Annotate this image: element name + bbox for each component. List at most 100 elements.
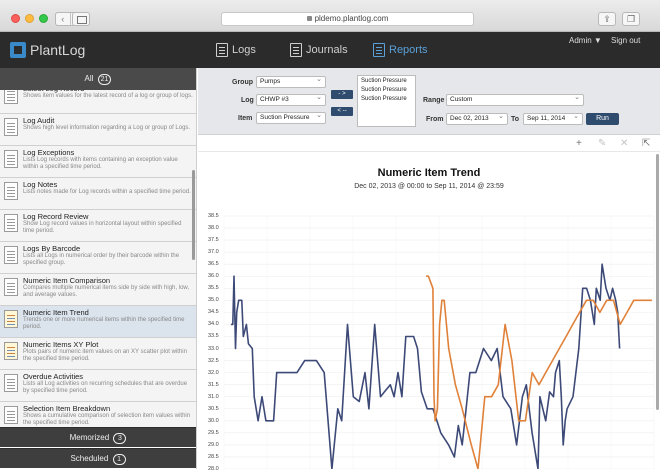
range-select[interactable]: Custom (446, 93, 584, 106)
report-list: Latest Log RecordShows item values for t… (0, 90, 196, 427)
scheduled-label: Scheduled (70, 454, 109, 463)
report-title: Selection Item Breakdown (23, 404, 111, 413)
admin-menu[interactable]: Admin ▼ (569, 36, 602, 45)
selected-item[interactable]: Suction Pressure (361, 95, 412, 104)
document-icon (4, 118, 18, 136)
report-title: Log Audit (23, 116, 55, 125)
memorized-section[interactable]: Memorized 3 (0, 427, 196, 447)
sidebar-toggle-icon[interactable] (72, 12, 90, 26)
report-list-item[interactable]: Numeric Item Trend Trends one or more num… (0, 306, 196, 338)
report-description: Trends one or more numerical items withi… (23, 317, 185, 330)
journals-icon (290, 43, 302, 57)
report-title: Log Exceptions (23, 148, 75, 157)
report-title: Log Record Review (23, 212, 89, 221)
report-list-item[interactable]: Overdue Activities Lists all Log activiti… (0, 370, 196, 402)
report-description: Compares multiple numerical items side b… (23, 285, 190, 298)
report-description: Shows item values for the latest record … (23, 93, 193, 99)
report-parameters-form: Group Pumps Log CHWP #3 Item Suction Pre… (198, 68, 660, 135)
main-scrollbar[interactable] (656, 154, 659, 410)
report-title: Numeric Items XY Plot (23, 340, 99, 349)
all-label: All (84, 74, 94, 83)
lock-icon (306, 16, 312, 21)
remove-item-button[interactable]: < -- (331, 107, 353, 116)
series-line-0 (230, 263, 621, 469)
report-description: Shows a cumulative comparison of selecti… (23, 413, 191, 426)
memorized-count-badge: 3 (113, 433, 127, 444)
report-list-item[interactable]: Logs By Barcode Lists all Logs in numeric… (0, 242, 196, 274)
report-list-item[interactable]: Log Record Review Show Log record values … (0, 210, 196, 242)
minimize-window-button[interactable] (25, 14, 34, 23)
app-header: PlantLog Logs Journals Reports Admin ▼ S… (0, 32, 660, 68)
log-label: Log (241, 97, 254, 104)
document-icon (4, 214, 18, 232)
report-list-item[interactable]: Latest Log RecordShows item values for t… (0, 90, 196, 114)
nav-journals-label: Journals (306, 44, 348, 56)
selected-item[interactable]: Suction Pressure (361, 86, 412, 95)
plantlog-logo[interactable]: PlantLog (10, 40, 85, 60)
report-list-item[interactable]: Numeric Item Comparison Compares multiple… (0, 274, 196, 306)
scheduled-section[interactable]: Scheduled 1 (0, 448, 196, 468)
report-list-item[interactable]: Log Notes Lists notes made for Log record… (0, 178, 196, 210)
report-title: Numeric Item Comparison (23, 276, 111, 285)
url-text: pldemo.plantlog.com (314, 14, 389, 23)
nav-logs[interactable]: Logs (216, 43, 256, 57)
log-select[interactable]: CHWP #3 (256, 93, 326, 106)
zoom-window-button[interactable] (39, 14, 48, 23)
item-select[interactable]: Suction Pressure (256, 111, 326, 124)
to-label: To (511, 116, 520, 123)
document-icon (4, 150, 18, 168)
add-icon[interactable]: + (576, 138, 582, 149)
sidebar-scrollbar[interactable] (192, 170, 195, 260)
nav-logs-label: Logs (232, 44, 256, 56)
report-description: Lists all Logs in numerical order by the… (23, 253, 180, 266)
document-icon (4, 374, 18, 392)
group-select[interactable]: Pumps (256, 75, 326, 88)
signout-link[interactable]: Sign out (611, 36, 640, 45)
range-label: Range (423, 97, 445, 104)
share-icon[interactable]: ⇪ (598, 12, 616, 26)
to-date-select[interactable]: Sep 11, 2014 (523, 112, 583, 125)
edit-icon[interactable]: ✎ (598, 138, 606, 149)
nav-reports[interactable]: Reports (373, 43, 428, 57)
document-icon (4, 90, 18, 104)
report-description: Lists all Log activities on recurring sc… (23, 381, 188, 394)
report-title: Numeric Item Trend (23, 308, 89, 317)
document-icon (4, 406, 18, 424)
export-icon[interactable]: ⇱ (642, 138, 650, 149)
add-item-button[interactable]: - > (331, 90, 353, 99)
selected-items-list[interactable]: Suction Pressure Suction Pressure Suctio… (357, 75, 416, 127)
item-label: Item (238, 115, 253, 122)
report-title: Logs By Barcode (23, 244, 81, 253)
scheduled-count-badge: 1 (112, 454, 126, 465)
nav-reports-label: Reports (389, 44, 428, 56)
chart-report-icon (4, 342, 18, 360)
chart-toolbar: + ✎ ✕ ⇱ (198, 136, 660, 152)
from-date-select[interactable]: Dec 02, 2013 (446, 112, 508, 125)
report-title: Overdue Activities (23, 372, 84, 381)
report-description: Plots pairs of numeric item values on an… (23, 349, 187, 362)
memorized-label: Memorized (69, 433, 110, 442)
from-label: From (426, 116, 444, 123)
report-description: Shows high level information regarding a… (23, 125, 191, 131)
report-list-item[interactable]: Log Exceptions Lists Log records with ite… (0, 146, 196, 178)
back-button[interactable]: ‹ (56, 13, 71, 25)
run-button[interactable]: Run (586, 113, 619, 125)
logo-text: PlantLog (30, 42, 86, 58)
all-reports-header[interactable]: All 21 (0, 68, 196, 90)
close-window-button[interactable] (11, 14, 20, 23)
selected-item[interactable]: Suction Pressure (361, 77, 412, 86)
document-icon (4, 278, 18, 296)
trend-chart (223, 215, 655, 469)
report-list-item[interactable]: Selection Item Breakdown Shows a cumulati… (0, 402, 196, 427)
document-icon (4, 246, 18, 264)
nav-journals[interactable]: Journals (290, 43, 348, 57)
browser-chrome: ‹ ‹ › pldemo.plantlog.com ⇪ ❐ (0, 0, 660, 32)
group-label: Group (232, 79, 253, 86)
url-bar[interactable]: pldemo.plantlog.com (221, 12, 474, 26)
report-list-item[interactable]: Log Audit Shows high level information re… (0, 114, 196, 146)
all-count-badge: 21 (97, 74, 112, 85)
document-icon (4, 182, 18, 200)
close-icon[interactable]: ✕ (620, 138, 628, 149)
tabs-overview-icon[interactable]: ❐ (622, 12, 640, 26)
report-list-item[interactable]: Numeric Items XY Plot Plots pairs of nume… (0, 338, 196, 370)
